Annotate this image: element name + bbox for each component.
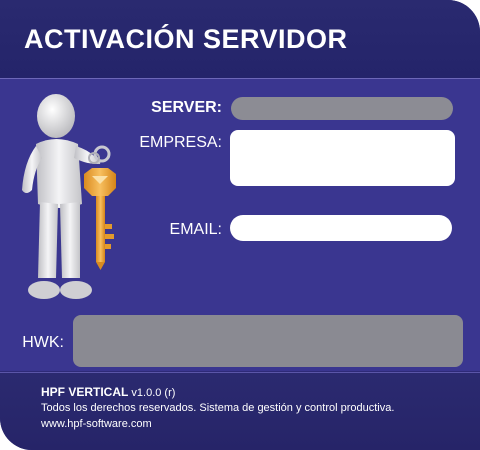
product-name: HPF VERTICAL: [41, 385, 129, 399]
hwk-field[interactable]: [73, 315, 463, 367]
hwk-label: HWK:: [22, 334, 64, 351]
title-bar: ACTIVACIÓN SERVIDOR: [0, 0, 480, 79]
email-field[interactable]: [230, 215, 452, 241]
footer-rights: Todos los derechos reservados. Sistema d…: [41, 402, 395, 414]
footer: HPF VERTICAL v1.0.0 (r) Todos los derech…: [0, 372, 480, 450]
server-field[interactable]: [231, 97, 453, 120]
server-label: SERVER:: [151, 99, 222, 116]
empresa-field[interactable]: [230, 130, 455, 186]
empresa-label: EMPRESA:: [139, 134, 222, 151]
email-label: EMAIL:: [169, 221, 222, 238]
footer-website-link[interactable]: www.hpf-software.com: [41, 418, 152, 430]
product-version: v1.0.0 (r): [131, 387, 176, 399]
person-holding-key-icon: [22, 94, 116, 299]
footer-product-line: HPF VERTICAL v1.0.0 (r): [41, 385, 175, 399]
activation-window: ACTIVACIÓN SERVIDOR SERVER: EMPRESA: EMA…: [0, 0, 480, 450]
window-title: ACTIVACIÓN SERVIDOR: [24, 24, 348, 54]
